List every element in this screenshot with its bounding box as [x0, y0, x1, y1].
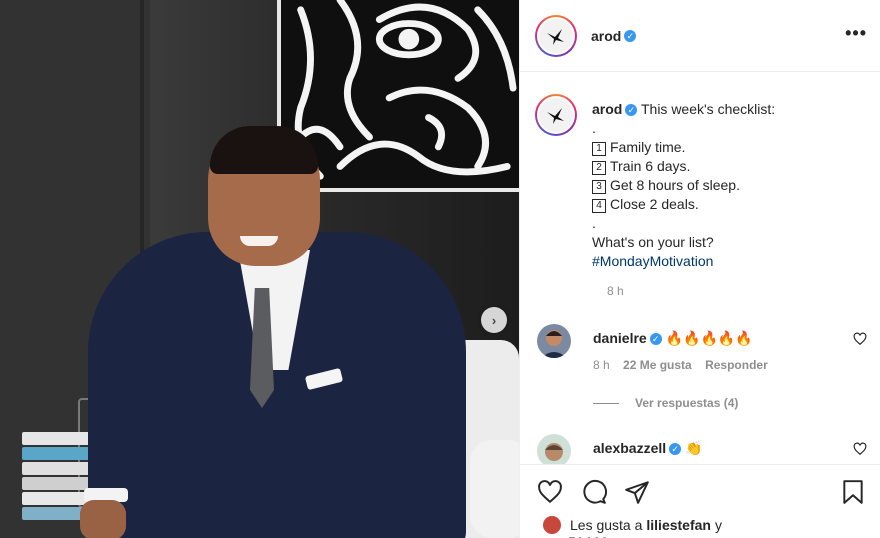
story-ring[interactable]	[535, 14, 577, 57]
checklist-item: 2 Train 6 days.	[592, 157, 867, 176]
verified-badge-icon: ✓	[624, 29, 637, 42]
comment-username[interactable]: alexbazzell	[593, 440, 666, 456]
share-paper-plane-icon[interactable]	[624, 479, 650, 505]
comment-timestamp[interactable]: 8 h	[593, 358, 610, 372]
hashtag-link[interactable]: #MondayMotivation	[592, 253, 713, 269]
arod-logo-icon	[547, 28, 564, 45]
keycap-3-icon: 3	[592, 180, 606, 194]
heart-icon[interactable]	[853, 332, 867, 346]
post-side-panel: arod ✓ ••• arod ✓ This week's checklist: …	[519, 0, 880, 538]
keycap-1-icon: 1	[592, 142, 606, 156]
caption-intro: This week's checklist:	[640, 101, 776, 117]
bookmark-icon[interactable]	[840, 479, 866, 505]
caption-text: arod ✓ This week's checklist: . 1 Family t…	[592, 100, 867, 271]
keycap-2-icon: 2	[592, 161, 606, 175]
caption-question: What's on your list?	[592, 234, 714, 250]
checklist-item: 4 Close 2 deals.	[592, 195, 867, 214]
verified-badge-icon: ✓	[625, 104, 638, 117]
caption-dot: .	[592, 215, 596, 231]
view-replies-button[interactable]: Ver respuestas (4)	[593, 396, 738, 410]
likes-summary: Les gusta a liliestefan y	[542, 515, 722, 535]
comment-text: 👏	[685, 440, 703, 456]
post-author-username[interactable]: arod	[591, 28, 621, 44]
chevron-right-icon: ›	[491, 312, 497, 328]
post-header: arod ✓ •••	[520, 0, 880, 72]
arod-logo-icon	[547, 108, 564, 124]
comment-text: 🔥🔥🔥🔥🔥	[665, 330, 753, 346]
comment-likes[interactable]: 22 Me gusta	[623, 358, 692, 372]
avatar[interactable]	[537, 96, 575, 134]
avatar[interactable]	[537, 324, 571, 358]
caption-dot: .	[592, 120, 596, 136]
keycap-4-icon: 4	[592, 199, 606, 213]
liker-username[interactable]: liliestefan	[646, 517, 711, 533]
comment-username[interactable]: danielre	[593, 330, 647, 346]
story-ring[interactable]	[535, 94, 577, 136]
like-heart-icon[interactable]	[537, 479, 563, 505]
avatar[interactable]	[542, 515, 562, 535]
post-photo[interactable]: ›	[0, 0, 519, 538]
verified-badge-icon: ✓	[649, 333, 662, 346]
checklist-item: 3 Get 8 hours of sleep.	[592, 176, 867, 195]
caption-timestamp[interactable]: 8 h	[607, 284, 624, 298]
next-photo-button[interactable]: ›	[481, 307, 507, 333]
caption-username[interactable]: arod	[592, 101, 622, 117]
more-options-icon[interactable]: •••	[845, 24, 867, 42]
verified-badge-icon: ✓	[669, 443, 682, 456]
avatar[interactable]	[537, 434, 571, 468]
post-actions-bar: Les gusta a liliestefan y 51444	[520, 464, 880, 538]
heart-icon[interactable]	[853, 442, 867, 456]
comment-bubble-icon[interactable]	[581, 479, 607, 505]
avatar[interactable]	[537, 16, 575, 55]
reply-button[interactable]: Responder	[705, 358, 768, 372]
checklist-item: 1 Family time.	[592, 138, 867, 157]
